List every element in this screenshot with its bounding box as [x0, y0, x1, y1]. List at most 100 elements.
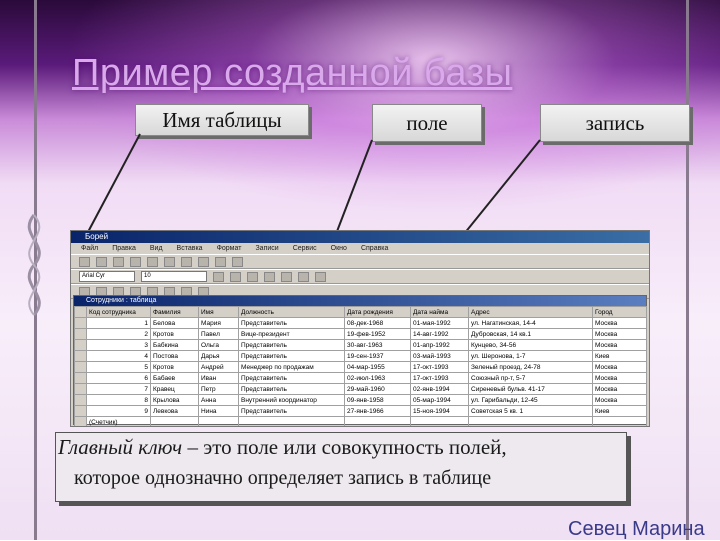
column-header[interactable]: Код сотрудника	[86, 306, 151, 318]
column-header[interactable]: Фамилия	[150, 306, 199, 318]
table-cell[interactable]: Кротов	[150, 361, 199, 373]
menu-item[interactable]: Сервис	[293, 243, 317, 254]
table-cell[interactable]: ул. Нагатинская, 14-4	[468, 317, 593, 329]
table-cell[interactable]: 9	[86, 405, 151, 417]
table-cell[interactable]: 04-мар-1955	[344, 361, 411, 373]
table-cell[interactable]: ул. Гарибальди, 12-45	[468, 394, 593, 406]
column-header[interactable]: Город	[592, 306, 647, 318]
table-cell[interactable]: Анна	[198, 394, 239, 406]
table-cell[interactable]	[198, 416, 239, 426]
table-cell[interactable]: Постова	[150, 350, 199, 362]
table-cell[interactable]: 27-янв-1966	[344, 405, 411, 417]
toolbar-button-icon[interactable]	[215, 256, 226, 267]
new-record-row[interactable]: (Счетчик)	[74, 416, 647, 426]
table-cell[interactable]: Москва	[592, 317, 647, 329]
toolbar-button-icon[interactable]	[130, 256, 141, 267]
table-cell[interactable]: 02-янв-1994	[410, 383, 469, 395]
column-header[interactable]: Адрес	[468, 306, 593, 318]
table-cell[interactable]: 01-мая-1992	[410, 317, 469, 329]
table-cell[interactable]: Дарья	[198, 350, 239, 362]
table-cell[interactable]: Иван	[198, 372, 239, 384]
table-cell[interactable]: Представитель	[238, 339, 345, 351]
table-cell[interactable]: 2	[86, 328, 151, 340]
table-cell[interactable]: Представитель	[238, 372, 345, 384]
table-cell[interactable]: Андрей	[198, 361, 239, 373]
table-cell[interactable]	[238, 416, 345, 426]
table-cell[interactable]: Кравец	[150, 383, 199, 395]
table-cell[interactable]: Кротов	[150, 328, 199, 340]
table-cell[interactable]: 14-авг-1992	[410, 328, 469, 340]
table-cell[interactable]: 5	[86, 361, 151, 373]
table-row[interactable]: 2 Кротов Павел Вице-президент 19-фев-1952 14-…	[74, 328, 647, 340]
table-cell[interactable]: 17-окт-1993	[410, 361, 469, 373]
table-cell[interactable]: Киев	[592, 405, 647, 417]
row-selector[interactable]	[74, 361, 87, 373]
column-header[interactable]: Дата рождения	[344, 306, 411, 318]
row-selector[interactable]	[74, 383, 87, 395]
table-cell[interactable]: Киев	[592, 350, 647, 362]
table-cell[interactable]: 03-май-1993	[410, 350, 469, 362]
table-row[interactable]: 8 Крылова Анна Внутренний координатор 09-янв…	[74, 394, 647, 406]
row-selector[interactable]	[74, 405, 87, 417]
table-cell[interactable]	[150, 416, 199, 426]
font-size-field[interactable]: 10	[141, 271, 207, 282]
table-cell[interactable]: Представитель	[238, 383, 345, 395]
table-cell[interactable]	[344, 416, 411, 426]
toolbar-button-icon[interactable]	[164, 256, 175, 267]
row-selector[interactable]	[74, 317, 87, 329]
table-cell[interactable]: Москва	[592, 328, 647, 340]
menu-item[interactable]: Правка	[112, 243, 136, 254]
table-row[interactable]: 3 Бабкина Ольга Представитель 30-авг-1963 01-…	[74, 339, 647, 351]
table-cell[interactable]: 17-окт-1993	[410, 372, 469, 384]
table-cell[interactable]: Кунцево, 34-56	[468, 339, 593, 351]
menu-item[interactable]: Записи	[255, 243, 278, 254]
table-cell[interactable]: Советская 5 кв. 1	[468, 405, 593, 417]
table-cell[interactable]	[410, 416, 469, 426]
menu-item[interactable]: Окно	[331, 243, 347, 254]
table-cell[interactable]: Представитель	[238, 317, 345, 329]
column-header[interactable]: Дата найма	[410, 306, 469, 318]
toolbar-button-icon[interactable]	[232, 256, 243, 267]
table-cell[interactable]: Москва	[592, 383, 647, 395]
menu-item[interactable]: Вид	[150, 243, 163, 254]
table-cell[interactable]: 3	[86, 339, 151, 351]
table-cell[interactable]: Представитель	[238, 350, 345, 362]
table-cell[interactable]: Москва	[592, 339, 647, 351]
row-selector[interactable]	[74, 372, 87, 384]
table-cell[interactable]: Москва	[592, 372, 647, 384]
table-cell[interactable]: 19-фев-1952	[344, 328, 411, 340]
table-cell[interactable]: Мария	[198, 317, 239, 329]
toolbar-button-icon[interactable]	[79, 256, 90, 267]
table-cell[interactable]: Крылова	[150, 394, 199, 406]
menu-item[interactable]: Файл	[81, 243, 98, 254]
table-cell[interactable]: 08-дек-1968	[344, 317, 411, 329]
table-cell[interactable]: Союзный пр-т, 5-7	[468, 372, 593, 384]
table-row[interactable]: 4 Постова Дарья Представитель 19-сен-1937 03-…	[74, 350, 647, 362]
italic-icon[interactable]	[230, 271, 241, 282]
toolbar-button-icon[interactable]	[113, 256, 124, 267]
table-cell[interactable]: Ольга	[198, 339, 239, 351]
table-cell[interactable]: 02-июл-1963	[344, 372, 411, 384]
table-cell[interactable]: Москва	[592, 394, 647, 406]
table-cell[interactable]: Представитель	[238, 405, 345, 417]
toolbar-button-icon[interactable]	[198, 256, 209, 267]
toolbar-button-icon[interactable]	[181, 256, 192, 267]
table-cell[interactable]: Внутренний координатор	[238, 394, 345, 406]
table-cell[interactable]: 15-ноя-1994	[410, 405, 469, 417]
table-cell[interactable]: 29-май-1960	[344, 383, 411, 395]
toolbar-button-icon[interactable]	[147, 256, 158, 267]
fill-color-icon[interactable]	[281, 271, 292, 282]
bold-icon[interactable]	[213, 271, 224, 282]
table-row[interactable]: 5 Кротов Андрей Менеджер по продажам 04-мар-…	[74, 361, 647, 373]
table-row[interactable]: 1 Белова Мария Представитель 08-дек-1968 01-м…	[74, 317, 647, 329]
table-cell[interactable]: 8	[86, 394, 151, 406]
table-row[interactable]: 7 Кравец Петр Представитель 29-май-1960 02-ян…	[74, 383, 647, 395]
table-cell[interactable]: Вице-президент	[238, 328, 345, 340]
table-cell[interactable]: Павел	[198, 328, 239, 340]
row-selector[interactable]	[74, 350, 87, 362]
table-cell[interactable]: Зеленый проезд, 24-78	[468, 361, 593, 373]
table-cell[interactable]: 4	[86, 350, 151, 362]
table-cell[interactable]: 05-мар-1994	[410, 394, 469, 406]
table-cell[interactable]: Петр	[198, 383, 239, 395]
column-header[interactable]: Имя	[198, 306, 239, 318]
